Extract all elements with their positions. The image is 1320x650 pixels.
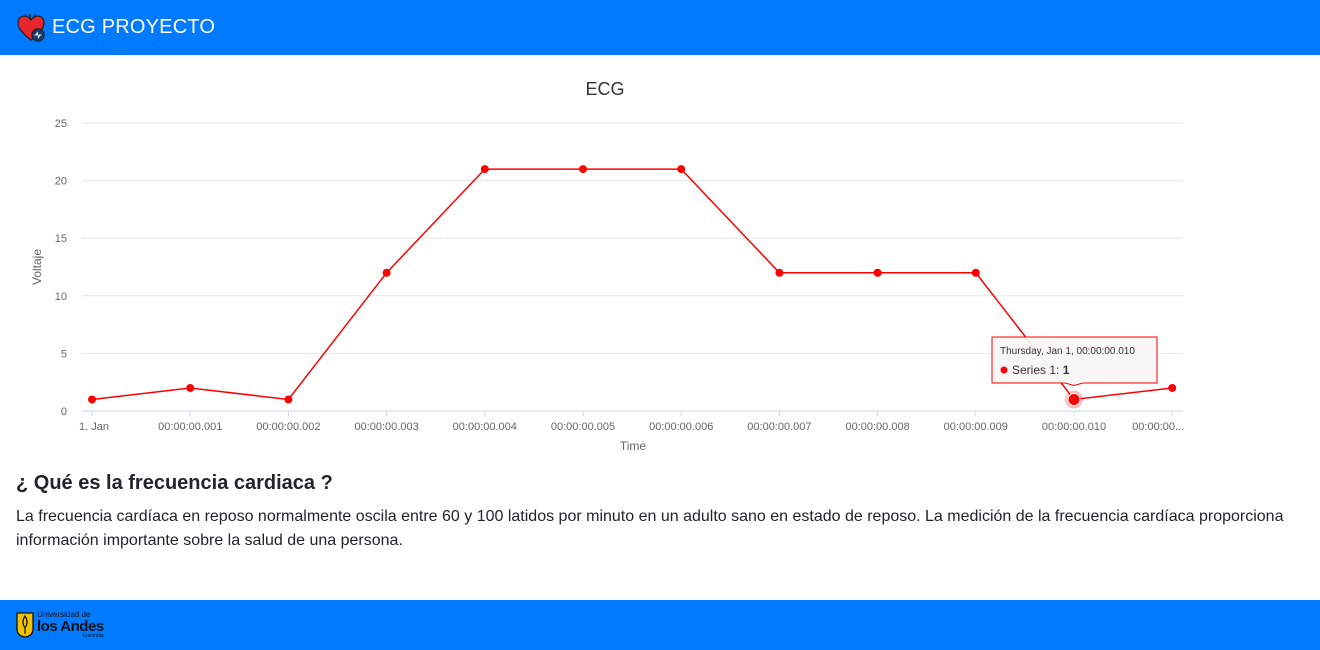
- tooltip-box: [991, 336, 1158, 386]
- data-point[interactable]: [1168, 383, 1177, 392]
- brand-link[interactable]: ECG PROYECTO: [16, 13, 215, 43]
- x-tick-label: 00:00:00.009: [944, 421, 1008, 433]
- data-point[interactable]: [186, 383, 195, 392]
- data-point[interactable]: [579, 165, 587, 174]
- x-tick-label: 00:00:00.005: [551, 421, 615, 433]
- y-tick-label: 0: [61, 406, 67, 418]
- university-logo[interactable]: Universidad de los Andes Colombia: [16, 611, 104, 639]
- ecg-chart-svg: ECG 0 5 10 15 20 25 Voltaje 1. Jan 00:00:00.001 00…: [30, 79, 1184, 453]
- info-section: ¿ Qué es la frecuencia cardiaca ? La fre…: [16, 472, 1306, 553]
- x-tick-label: 00:00:00.002: [256, 421, 320, 433]
- data-point[interactable]: [480, 165, 489, 174]
- x-tick-label: 1. Jan: [79, 421, 109, 433]
- x-axis-title: Time: [620, 439, 647, 453]
- y-tick-label: 15: [55, 233, 67, 245]
- tooltip-header: Thursday, Jan 1, 00:00:00.010: [1000, 346, 1135, 357]
- app-title: ECG PROYECTO: [52, 16, 216, 38]
- x-tick-label: 00:00:00.007: [747, 421, 811, 433]
- logo-line-3: Colombia: [82, 633, 104, 639]
- tooltip-series-text: Series 1: 1: [1012, 363, 1070, 377]
- data-point[interactable]: [284, 395, 293, 404]
- y-tick-label: 20: [55, 176, 67, 188]
- section-heading: ¿ Qué es la frecuencia cardiaca ?: [16, 472, 333, 494]
- x-tick-label: 00:00:00...: [1132, 421, 1184, 433]
- data-point[interactable]: [775, 268, 784, 277]
- data-point[interactable]: [677, 165, 686, 174]
- data-point[interactable]: [1067, 392, 1081, 406]
- x-tick-label: 00:00:00.010: [1042, 421, 1106, 433]
- chart-title: ECG: [585, 79, 624, 99]
- logo-line-2: los Andes: [37, 618, 104, 635]
- footer: Universidad de los Andes Colombia: [0, 600, 1320, 650]
- heart-icon: [17, 13, 45, 42]
- data-point[interactable]: [971, 268, 980, 277]
- y-tick-label: 5: [61, 348, 67, 360]
- y-tick-label: 10: [55, 291, 67, 303]
- data-point[interactable]: [88, 395, 96, 404]
- x-tick-label: 00:00:00.006: [649, 421, 713, 433]
- data-point[interactable]: [873, 268, 882, 277]
- x-tick-label: 00:00:00.003: [354, 421, 418, 433]
- ecg-chart: ECG 0 5 10 15 20 25 Voltaje 1. Jan 00:00:00.001 00…: [0, 55, 1320, 465]
- section-paragraph: La frecuencia cardíaca en reposo normalm…: [16, 508, 1284, 549]
- tooltip-value: 1: [1063, 363, 1070, 377]
- x-tick-label: 00:00:00.008: [845, 421, 909, 433]
- top-navbar: ECG PROYECTO: [0, 0, 1320, 55]
- university-crest-icon: [16, 612, 34, 638]
- tooltip-series-marker: [1000, 366, 1008, 374]
- data-point[interactable]: [382, 268, 391, 277]
- y-tick-label: 25: [55, 118, 67, 130]
- x-tick-label: 00:00:00.004: [453, 421, 517, 433]
- x-tick-label: 00:00:00.001: [158, 421, 222, 433]
- y-axis-title: Voltaje: [30, 249, 44, 285]
